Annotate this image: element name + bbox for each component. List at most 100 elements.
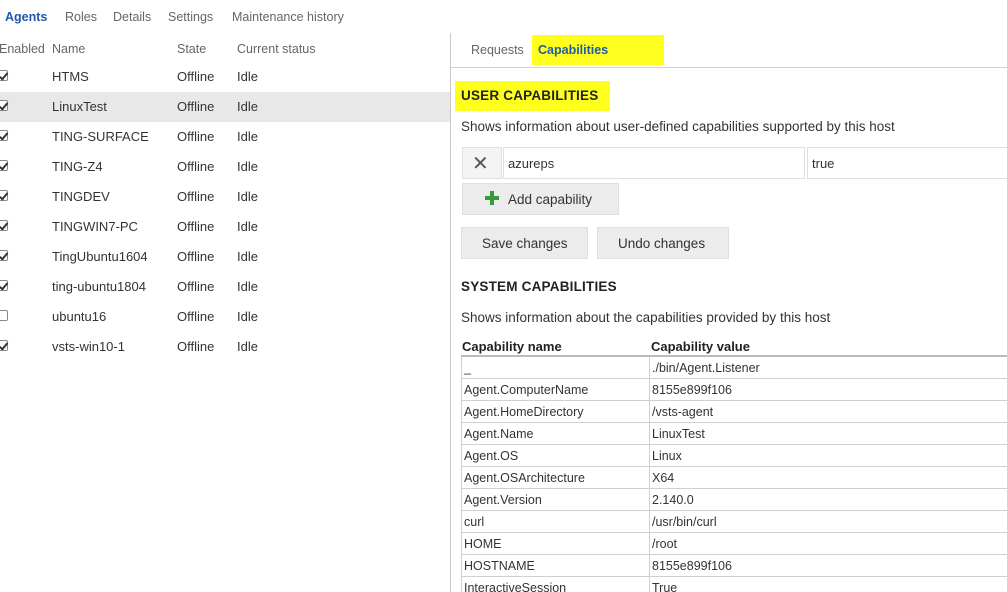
capability-value: ./bin/Agent.Listener (652, 361, 760, 375)
col-header-capability-value: Capability value (651, 339, 750, 354)
agent-name: TingUbuntu1604 (52, 249, 148, 264)
agent-name: LinuxTest (52, 99, 107, 114)
capability-name-cell: Agent.OS (461, 445, 650, 467)
enabled-checkbox[interactable] (0, 340, 8, 351)
capability-value-cell: 8155e899f106 (650, 379, 1007, 401)
table-row[interactable]: vsts-win10-1 Offline Idle (0, 332, 450, 362)
capability-value-input[interactable]: true (807, 147, 1007, 179)
capability-name: curl (464, 515, 485, 529)
agent-state: Offline (177, 249, 215, 264)
tab-maintenance-history[interactable]: Maintenance history (232, 10, 344, 24)
delete-capability-button[interactable]: ✕ (462, 147, 502, 179)
agent-name: TINGWIN7-PC (52, 219, 138, 234)
tab-settings[interactable]: Settings (168, 10, 213, 24)
tab-requests[interactable]: Requests (471, 43, 524, 57)
table-row[interactable]: HTMS Offline Idle (0, 62, 450, 92)
table-row: Agent.Version 2.140.0 (461, 489, 1007, 511)
enabled-checkbox[interactable] (0, 220, 8, 231)
agent-name: HTMS (52, 69, 89, 84)
col-header-capability-name: Capability name (462, 339, 562, 354)
agent-state: Offline (177, 159, 215, 174)
capability-name: Agent.HomeDirectory (464, 405, 584, 419)
capability-name: Agent.OSArchitecture (464, 471, 585, 485)
system-capabilities-description: Shows information about the capabilities… (461, 310, 831, 325)
capability-name: Agent.Version (464, 493, 542, 507)
agent-detail-panel: Requests Capabilities USER CAPABILITIES … (451, 33, 1007, 592)
capability-name-cell: Agent.Name (461, 423, 650, 445)
table-row: HOME/root (461, 533, 1007, 555)
capability-name: Agent.OS (464, 449, 519, 463)
capability-name-cell: curl (461, 511, 650, 533)
enabled-checkbox[interactable] (0, 100, 8, 111)
table-row[interactable]: ting-ubuntu1804 Offline Idle (0, 272, 450, 302)
capability-value-cell: ./bin/Agent.Listener (650, 357, 1007, 379)
agent-status: Idle (237, 219, 258, 234)
col-header-state[interactable]: State (177, 42, 206, 56)
add-capability-button[interactable]: Add capability (462, 183, 619, 215)
col-header-status[interactable]: Current status (237, 42, 316, 56)
detail-tabs: Requests Capabilities (451, 33, 1007, 68)
enabled-checkbox[interactable] (0, 310, 8, 321)
save-changes-button[interactable]: Save changes (461, 227, 588, 259)
table-row[interactable]: ubuntu16 Offline Idle (0, 302, 450, 332)
capability-key-input[interactable]: azureps (503, 147, 805, 179)
capability-name: Agent.ComputerName (464, 383, 589, 397)
table-row[interactable]: LinuxTest Offline Idle (0, 92, 450, 122)
capability-name-cell: Agent.HomeDirectory (461, 401, 650, 423)
capability-value: X64 (652, 471, 675, 485)
capability-name: InteractiveSession (464, 581, 567, 592)
agent-name: ubuntu16 (52, 309, 107, 324)
capability-value-cell: /vsts-agent (650, 401, 1007, 423)
agent-name: ting-ubuntu1804 (52, 279, 146, 294)
tab-roles[interactable]: Roles (65, 10, 97, 24)
tab-details[interactable]: Details (113, 10, 151, 24)
capability-value: /usr/bin/curl (652, 515, 717, 529)
table-row[interactable]: TingUbuntu1604 Offline Idle (0, 242, 450, 272)
capability-name: _ (464, 361, 471, 375)
top-nav: Agents Roles Details Settings Maintenanc… (0, 0, 1007, 33)
enabled-checkbox[interactable] (0, 250, 8, 261)
capability-name-cell: InteractiveSession (461, 577, 650, 592)
table-row: InteractiveSession True (461, 577, 1007, 592)
capability-value-cell: LinuxTest (650, 423, 1007, 445)
enabled-checkbox[interactable] (0, 190, 8, 201)
capability-name-cell: Agent.OSArchitecture (461, 467, 650, 489)
col-header-enabled[interactable]: Enabled (0, 42, 45, 56)
agent-state: Offline (177, 339, 215, 354)
capability-value-cell: /root (650, 533, 1007, 555)
table-row: _ ./bin/Agent.Listener (461, 357, 1007, 379)
user-capabilities-title: USER CAPABILITIES (455, 81, 611, 111)
table-row[interactable]: TINGDEV Offline Idle (0, 182, 450, 212)
tab-agents[interactable]: Agents (5, 10, 47, 24)
undo-changes-button[interactable]: Undo changes (597, 227, 729, 259)
enabled-checkbox[interactable] (0, 70, 8, 81)
agent-status: Idle (237, 159, 258, 174)
capability-value-cell: 2.140.0 (650, 489, 1007, 511)
col-header-name[interactable]: Name (52, 42, 85, 56)
capability-name-cell: _ (461, 357, 650, 379)
enabled-checkbox[interactable] (0, 130, 8, 141)
enabled-checkbox[interactable] (0, 280, 8, 291)
capability-name: HOME (464, 537, 502, 551)
table-row: Agent.OS Linux (461, 445, 1007, 467)
enabled-checkbox[interactable] (0, 160, 8, 171)
table-row[interactable]: TING-Z4 Offline Idle (0, 152, 450, 182)
agent-state: Offline (177, 99, 215, 114)
capability-value: /vsts-agent (652, 405, 714, 419)
system-capabilities-title: SYSTEM CAPABILITIES (461, 279, 617, 294)
table-row: Agent.HomeDirectory/vsts-agent (461, 401, 1007, 423)
agent-status: Idle (237, 279, 258, 294)
agent-status: Idle (237, 339, 258, 354)
table-row: Agent.ComputerName 8155e899f106 (461, 379, 1007, 401)
capability-value: 2.140.0 (652, 493, 694, 507)
agent-name: TING-SURFACE (52, 129, 149, 144)
table-row[interactable]: TING-SURFACE Offline Idle (0, 122, 450, 152)
agent-status: Idle (237, 99, 258, 114)
add-capability-label: Add capability (508, 192, 593, 207)
table-row[interactable]: TINGWIN7-PC Offline Idle (0, 212, 450, 242)
tab-capabilities[interactable]: Capabilities (532, 35, 665, 65)
agent-status: Idle (237, 69, 258, 84)
agent-state: Offline (177, 69, 215, 84)
table-row: Agent.Name LinuxTest (461, 423, 1007, 445)
capability-value-cell: Linux (650, 445, 1007, 467)
